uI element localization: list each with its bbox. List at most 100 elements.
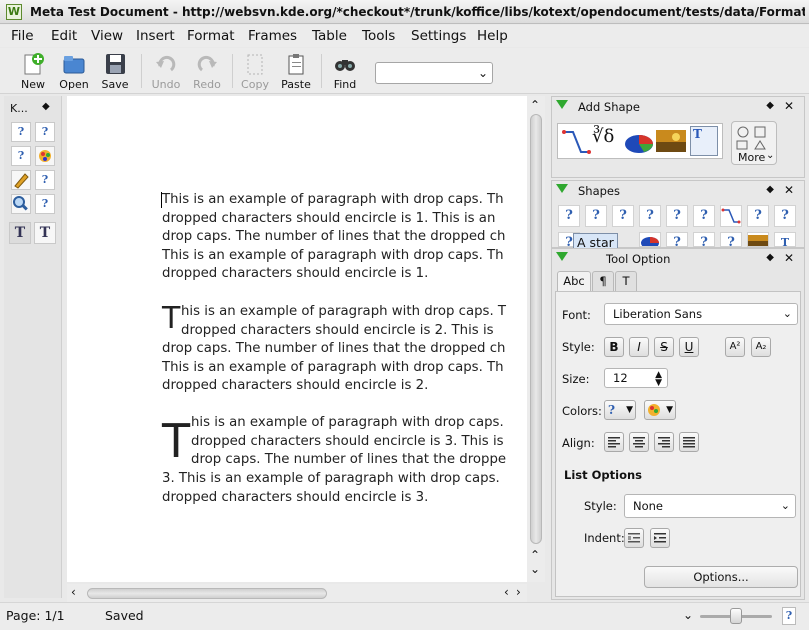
menu-insert[interactable]: Insert — [136, 28, 175, 44]
tool-unknown-icon[interactable]: ? — [11, 146, 31, 166]
text-tool-icon[interactable]: T — [9, 222, 31, 244]
underline-button[interactable]: U — [679, 337, 699, 357]
tab-character[interactable]: Abc — [557, 271, 591, 291]
save-button[interactable]: Save — [99, 52, 131, 92]
text-color-button[interactable]: ? ▼ — [604, 400, 636, 420]
menu-table[interactable]: Table — [312, 28, 347, 44]
status-unknown-icon[interactable]: ? — [782, 607, 796, 625]
tab-paragraph[interactable]: ¶ — [592, 271, 614, 291]
list-style-combobox[interactable]: None ⌄ — [624, 494, 796, 518]
text-shape-icon[interactable]: T — [690, 126, 718, 156]
menu-edit[interactable]: Edit — [51, 28, 77, 44]
color-picker-icon[interactable] — [35, 146, 55, 166]
toolbox-float-icon[interactable]: ◆ — [42, 101, 50, 112]
paragraph: This is an example of paragraph with dro… — [162, 191, 505, 284]
shape-unknown-icon[interactable]: ? — [693, 205, 715, 227]
chevron-down-icon: ⌄ — [782, 307, 792, 320]
pencil-icon[interactable] — [11, 170, 31, 190]
align-justify-icon[interactable] — [679, 432, 699, 452]
scroll-down-icon[interactable]: ⌄ — [530, 562, 540, 576]
formula-shape-icon[interactable]: ∛δ — [592, 126, 614, 147]
paste-button[interactable]: Paste — [280, 52, 312, 92]
redo-button[interactable]: Redo — [191, 52, 223, 92]
increase-indent-icon[interactable] — [650, 528, 670, 548]
spin-arrows-icon[interactable]: ▲ ▼ — [655, 371, 662, 388]
menu-frames[interactable]: Frames — [248, 28, 297, 44]
menu-settings[interactable]: Settings — [411, 28, 466, 44]
zoom-slider[interactable] — [700, 608, 772, 624]
vertical-scrollbar[interactable]: ⌃ ⌃ ⌄ — [527, 96, 545, 582]
tool-unknown-icon[interactable]: ? — [35, 170, 55, 190]
collapse-triangle-icon[interactable] — [556, 184, 568, 193]
italic-button[interactable]: I — [629, 337, 649, 357]
strikethrough-button[interactable]: S — [654, 337, 674, 357]
decrease-indent-icon[interactable] — [624, 528, 644, 548]
subscript-button[interactable]: A₂ — [751, 337, 771, 357]
picture-shape-icon[interactable] — [747, 232, 769, 247]
find-button[interactable]: Find — [329, 52, 361, 92]
font-combobox[interactable]: Liberation Sans ⌄ — [604, 303, 798, 325]
chart-shape-icon[interactable] — [624, 127, 654, 160]
shape-unknown-icon[interactable]: ? — [720, 232, 742, 250]
zoom-icon[interactable] — [11, 194, 31, 214]
shape-unknown-icon[interactable]: ? — [585, 205, 607, 227]
menu-file[interactable]: File — [11, 28, 34, 44]
shape-unknown-icon[interactable]: ? — [666, 232, 688, 250]
tool-unknown-icon[interactable]: ? — [35, 194, 55, 214]
tab-text[interactable]: T — [615, 271, 637, 291]
text-frame-tool-icon[interactable]: T — [34, 222, 56, 244]
collapse-triangle-icon[interactable] — [556, 100, 568, 109]
float-icon[interactable]: ◆ — [766, 252, 774, 263]
close-icon[interactable]: ✕ — [784, 251, 794, 265]
align-left-icon[interactable] — [604, 432, 624, 452]
scroll-left-icon[interactable]: ‹ — [71, 585, 76, 599]
tool-unknown-icon[interactable]: ? — [35, 122, 55, 142]
scrollbar-thumb[interactable] — [530, 114, 542, 544]
connector-shape-icon[interactable] — [720, 205, 742, 227]
shape-unknown-icon[interactable]: ? — [612, 205, 634, 227]
document-canvas[interactable]: This is an example of paragraph with dro… — [67, 96, 527, 582]
size-spinbox[interactable]: 12 ▲ ▼ — [604, 368, 668, 388]
float-icon[interactable]: ◆ — [766, 100, 774, 111]
background-color-button[interactable]: ▼ — [644, 400, 676, 420]
text-shape-icon[interactable]: T — [774, 232, 796, 249]
scroll-up-icon[interactable]: ⌃ — [530, 98, 540, 112]
scroll-up-icon[interactable]: ⌃ — [530, 548, 540, 562]
undo-button[interactable]: Undo — [150, 52, 182, 92]
zoom-slider-handle[interactable] — [730, 608, 742, 624]
shape-unknown-icon[interactable]: ? — [774, 205, 796, 227]
menu-view[interactable]: View — [91, 28, 123, 44]
menu-tools[interactable]: Tools — [362, 28, 395, 44]
shape-unknown-icon[interactable]: ? — [693, 232, 715, 250]
open-button[interactable]: Open — [58, 52, 90, 92]
copy-button[interactable]: Copy — [239, 52, 271, 92]
close-icon[interactable]: ✕ — [784, 183, 794, 197]
superscript-button[interactable]: A² — [725, 337, 745, 357]
new-button[interactable]: New — [17, 52, 49, 92]
connector-shape-icon[interactable] — [561, 127, 591, 160]
collapse-triangle-icon[interactable] — [556, 252, 568, 261]
scrollbar-thumb[interactable] — [87, 588, 327, 599]
scroll-left-icon[interactable]: ‹ — [504, 585, 509, 599]
chart-shape-icon[interactable] — [639, 232, 661, 247]
shape-unknown-icon[interactable]: ? — [747, 205, 769, 227]
scroll-right-icon[interactable]: › — [516, 585, 521, 599]
paragraph-line: his is an example of paragraph with drop… — [181, 304, 507, 319]
horizontal-scrollbar[interactable]: ‹ ‹ › — [67, 584, 527, 602]
shape-unknown-icon[interactable]: ? — [558, 205, 580, 227]
float-icon[interactable]: ◆ — [766, 184, 774, 195]
align-center-icon[interactable] — [629, 432, 649, 452]
shape-unknown-icon[interactable]: ? — [639, 205, 661, 227]
zoom-mode-dropdown-icon[interactable]: ⌄ — [683, 608, 693, 622]
tool-unknown-icon[interactable]: ? — [11, 122, 31, 142]
close-icon[interactable]: ✕ — [784, 99, 794, 113]
options-button[interactable]: Options... — [644, 566, 798, 588]
bold-button[interactable]: B — [604, 337, 624, 357]
align-right-icon[interactable] — [654, 432, 674, 452]
shape-unknown-icon[interactable]: ? — [666, 205, 688, 227]
menu-help[interactable]: Help — [477, 28, 508, 44]
picture-shape-icon[interactable] — [656, 130, 686, 157]
menu-format[interactable]: Format — [187, 28, 235, 44]
style-combobox[interactable]: ⌄ — [375, 62, 493, 84]
more-shapes-button[interactable]: More ⌄ — [731, 121, 777, 165]
